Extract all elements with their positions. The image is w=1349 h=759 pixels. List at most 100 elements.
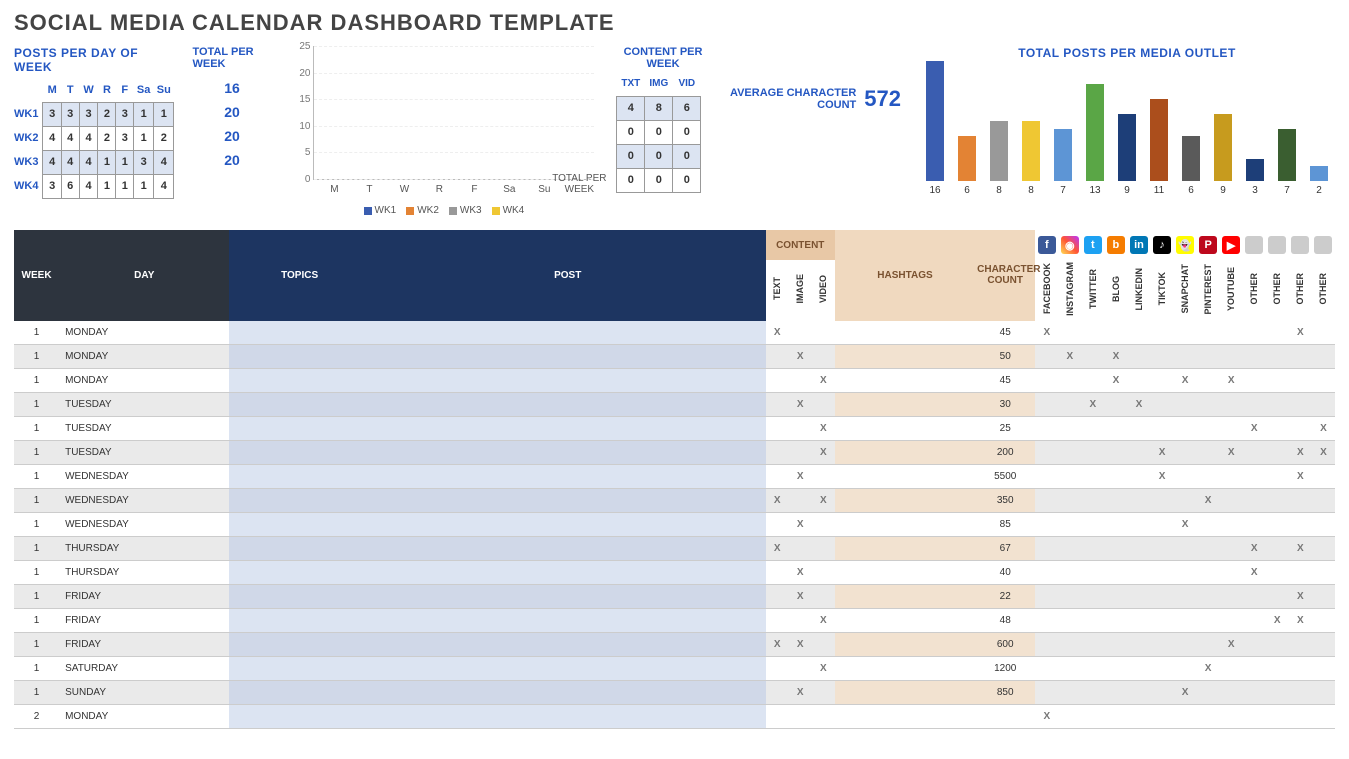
cell-day[interactable]: WEDNESDAY <box>59 513 229 537</box>
cell-outlet[interactable] <box>1081 441 1104 465</box>
cell-outlet[interactable]: X <box>1104 369 1127 393</box>
cell-outlet[interactable] <box>1266 585 1289 609</box>
cell-topics[interactable] <box>229 657 369 681</box>
cell-hashtags[interactable] <box>835 465 975 489</box>
cell-outlet[interactable] <box>1104 513 1127 537</box>
cell-outlet[interactable] <box>1081 345 1104 369</box>
cell-outlet[interactable] <box>1197 441 1220 465</box>
ppd-cell[interactable]: 1 <box>116 150 134 174</box>
cell-outlet[interactable] <box>1127 345 1150 369</box>
cell-outlet[interactable] <box>1174 393 1197 417</box>
cell-image[interactable]: X <box>789 345 812 369</box>
cell-text[interactable] <box>766 705 789 729</box>
cell-outlet[interactable] <box>1243 585 1266 609</box>
cell-outlet[interactable] <box>1058 393 1081 417</box>
cell-text[interactable] <box>766 465 789 489</box>
cell-topics[interactable] <box>229 441 369 465</box>
ppd-cell[interactable]: 4 <box>43 126 61 150</box>
cell-outlet[interactable] <box>1104 393 1127 417</box>
cell-image[interactable]: X <box>789 633 812 657</box>
cell-hashtags[interactable] <box>835 609 975 633</box>
cell-outlet[interactable] <box>1151 561 1174 585</box>
cell-hashtags[interactable] <box>835 681 975 705</box>
cell-post[interactable] <box>370 633 766 657</box>
cell-image[interactable] <box>789 441 812 465</box>
cell-outlet[interactable] <box>1243 633 1266 657</box>
ppd-cell[interactable]: 3 <box>61 102 79 126</box>
ppd-cell[interactable]: 1 <box>98 150 116 174</box>
ppd-cell[interactable]: 4 <box>79 174 98 198</box>
cell-outlet[interactable] <box>1104 537 1127 561</box>
cell-outlet[interactable] <box>1220 393 1243 417</box>
cell-topics[interactable] <box>229 489 369 513</box>
cell-outlet[interactable] <box>1174 441 1197 465</box>
cell-outlet[interactable] <box>1174 465 1197 489</box>
cell-day[interactable]: WEDNESDAY <box>59 465 229 489</box>
ppd-cell[interactable]: 1 <box>134 174 154 198</box>
cell-hashtags[interactable] <box>835 321 975 345</box>
cell-topics[interactable] <box>229 633 369 657</box>
cell-hashtags[interactable] <box>835 561 975 585</box>
cell-outlet[interactable] <box>1197 537 1220 561</box>
cell-outlet[interactable] <box>1174 633 1197 657</box>
cell-outlet[interactable] <box>1289 657 1312 681</box>
cell-video[interactable] <box>812 465 835 489</box>
cell-outlet[interactable] <box>1220 681 1243 705</box>
cell-outlet[interactable]: X <box>1289 465 1312 489</box>
cell-outlet[interactable] <box>1104 705 1127 729</box>
cell-topics[interactable] <box>229 609 369 633</box>
cpw-cell[interactable]: 0 <box>617 168 645 192</box>
cell-text[interactable] <box>766 609 789 633</box>
ppd-cell[interactable]: 4 <box>79 150 98 174</box>
ppd-cell[interactable]: 3 <box>134 150 154 174</box>
ppd-cell[interactable]: 3 <box>116 126 134 150</box>
ppd-cell[interactable]: 1 <box>134 102 154 126</box>
cell-day[interactable]: FRIDAY <box>59 633 229 657</box>
cell-outlet[interactable] <box>1104 609 1127 633</box>
cell-outlet[interactable] <box>1266 513 1289 537</box>
cell-outlet[interactable] <box>1127 321 1150 345</box>
cell-outlet[interactable]: X <box>1197 489 1220 513</box>
cell-outlet[interactable] <box>1104 321 1127 345</box>
ppd-cell[interactable]: 6 <box>61 174 79 198</box>
cell-outlet[interactable] <box>1289 369 1312 393</box>
cell-outlet[interactable] <box>1266 321 1289 345</box>
cell-outlet[interactable] <box>1197 681 1220 705</box>
cell-image[interactable]: X <box>789 393 812 417</box>
cell-text[interactable] <box>766 369 789 393</box>
cell-outlet[interactable] <box>1058 585 1081 609</box>
cell-week[interactable]: 1 <box>14 321 59 345</box>
cell-outlet[interactable] <box>1174 417 1197 441</box>
ppd-cell[interactable]: 4 <box>154 150 174 174</box>
ppd-cell[interactable]: 1 <box>134 126 154 150</box>
cell-charcount[interactable] <box>975 705 1035 729</box>
cell-outlet[interactable] <box>1127 465 1150 489</box>
cell-outlet[interactable] <box>1127 633 1150 657</box>
cell-outlet[interactable] <box>1266 657 1289 681</box>
cell-outlet[interactable] <box>1197 321 1220 345</box>
cell-outlet[interactable]: X <box>1058 345 1081 369</box>
cell-day[interactable]: FRIDAY <box>59 609 229 633</box>
cell-topics[interactable] <box>229 585 369 609</box>
cpw-cell[interactable]: 0 <box>673 168 701 192</box>
cell-outlet[interactable]: X <box>1220 441 1243 465</box>
cpw-cell[interactable]: 0 <box>645 168 673 192</box>
cell-week[interactable]: 1 <box>14 369 59 393</box>
cell-outlet[interactable] <box>1312 465 1335 489</box>
cell-outlet[interactable] <box>1197 417 1220 441</box>
cell-week[interactable]: 1 <box>14 681 59 705</box>
cell-outlet[interactable] <box>1312 585 1335 609</box>
cell-outlet[interactable] <box>1058 705 1081 729</box>
cell-day[interactable]: SATURDAY <box>59 657 229 681</box>
cell-text[interactable] <box>766 513 789 537</box>
cell-outlet[interactable] <box>1151 321 1174 345</box>
cell-outlet[interactable] <box>1081 681 1104 705</box>
ppd-cell[interactable]: 1 <box>154 102 174 126</box>
cell-post[interactable] <box>370 513 766 537</box>
cell-video[interactable] <box>812 681 835 705</box>
cell-outlet[interactable] <box>1081 561 1104 585</box>
cell-outlet[interactable]: X <box>1312 417 1335 441</box>
cell-text[interactable]: X <box>766 321 789 345</box>
cell-post[interactable] <box>370 681 766 705</box>
cell-outlet[interactable] <box>1035 657 1058 681</box>
